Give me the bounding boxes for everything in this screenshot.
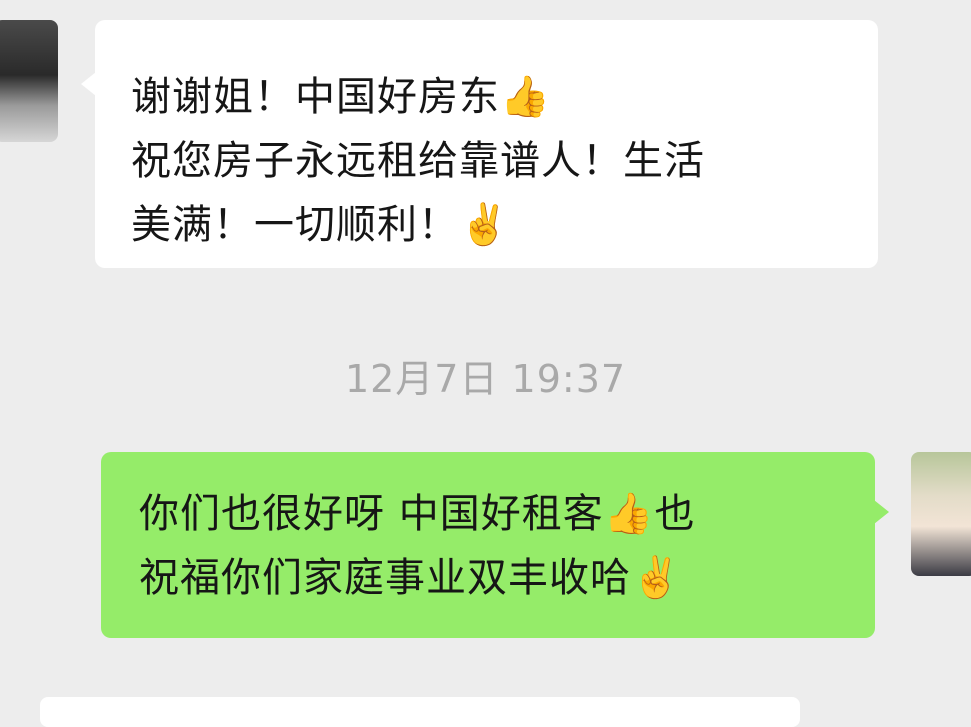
message-line: 祝您房子永远租给靠谱人！生活 (131, 138, 705, 184)
message-line: 谢谢姐！中国好房东👍 (131, 74, 551, 120)
message-timestamp: 12月7日 19:37 (344, 357, 627, 401)
incoming-message-bubble[interactable]: 谢谢姐！中国好房东👍 祝您房子永远租给靠谱人！生活 美满！一切顺利！✌️ (81, 20, 878, 268)
user-avatar[interactable] (911, 452, 971, 576)
next-message-bubble (40, 697, 800, 727)
contact-avatar[interactable] (0, 20, 58, 142)
message-line: 你们也很好呀 中国好租客👍也 (139, 491, 696, 537)
outgoing-message-bubble[interactable]: 你们也很好呀 中国好租客👍也 祝福你们家庭事业双丰收哈✌️ (101, 452, 889, 638)
message-line: 美满！一切顺利！✌️ (131, 202, 510, 248)
message-line: 祝福你们家庭事业双丰收哈✌️ (139, 555, 682, 601)
